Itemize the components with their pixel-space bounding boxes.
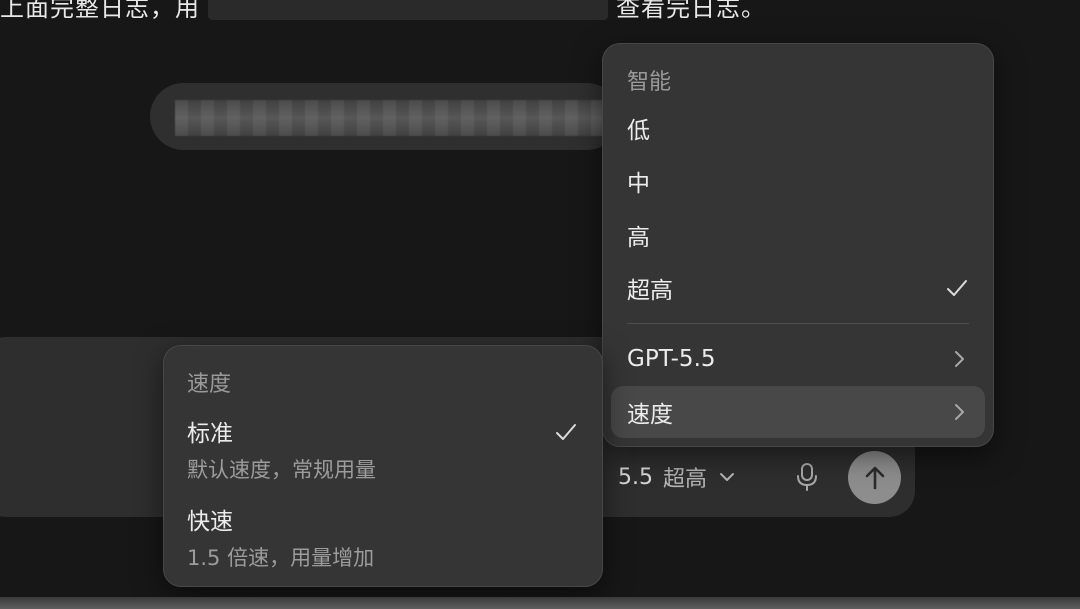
speed-option-fast[interactable]: 快速 1.5 倍速，用量增加: [187, 502, 578, 572]
option-label: 中: [627, 171, 650, 197]
chevron-down-icon: [720, 473, 735, 481]
microphone-icon: [797, 463, 817, 491]
effort-option-low[interactable]: 低: [611, 102, 985, 154]
model-selector[interactable]: 5.5 超高: [618, 458, 737, 496]
effort-option-medium[interactable]: 中: [611, 155, 985, 207]
option-description: 1.5 倍速，用量增加: [187, 546, 375, 570]
redacted-inline-code: [208, 0, 608, 20]
chevron-right-icon: [955, 351, 964, 367]
option-label: 超高: [627, 278, 673, 304]
microphone-button[interactable]: [790, 458, 824, 496]
submenu-model[interactable]: GPT-5.5: [611, 333, 985, 385]
redacted-user-message: [175, 100, 605, 136]
checkmark-icon: [947, 280, 967, 296]
submenu-label: 速度: [627, 402, 673, 428]
window-bottom-edge: [0, 597, 1080, 609]
menu-divider: [627, 323, 969, 324]
send-button[interactable]: [848, 451, 901, 504]
effort-label: 超高: [663, 467, 708, 492]
option-label: 高: [627, 225, 650, 251]
arrow-up-icon: [865, 466, 884, 489]
model-name: 5.5: [618, 464, 653, 490]
previous-message-right: 查看完日志。: [616, 0, 766, 22]
effort-menu: 智能 低 中 高 超高 GPT-5.5 速度: [602, 43, 994, 447]
previous-message-left: 上面完整日志，用: [0, 0, 200, 22]
chevron-right-icon: [955, 404, 964, 420]
option-title: 标准: [187, 421, 233, 447]
checkmark-icon: [556, 424, 576, 440]
option-title: 快速: [187, 509, 233, 535]
speed-option-standard[interactable]: 标准 默认速度，常规用量: [187, 414, 578, 484]
submenu-label: GPT-5.5: [627, 346, 716, 372]
menu-header: 智能: [627, 70, 672, 95]
effort-option-high[interactable]: 高: [611, 209, 985, 261]
menu-header: 速度: [187, 372, 232, 397]
speed-menu: 速度 标准 默认速度，常规用量 快速 1.5 倍速，用量增加: [163, 345, 603, 587]
previous-message-text: 上面完整日志，用 查看完日志。: [0, 0, 766, 22]
submenu-speed[interactable]: 速度: [611, 386, 985, 438]
option-label: 低: [627, 118, 650, 144]
effort-option-extra-high[interactable]: 超高: [611, 262, 985, 314]
option-description: 默认速度，常规用量: [187, 458, 376, 482]
